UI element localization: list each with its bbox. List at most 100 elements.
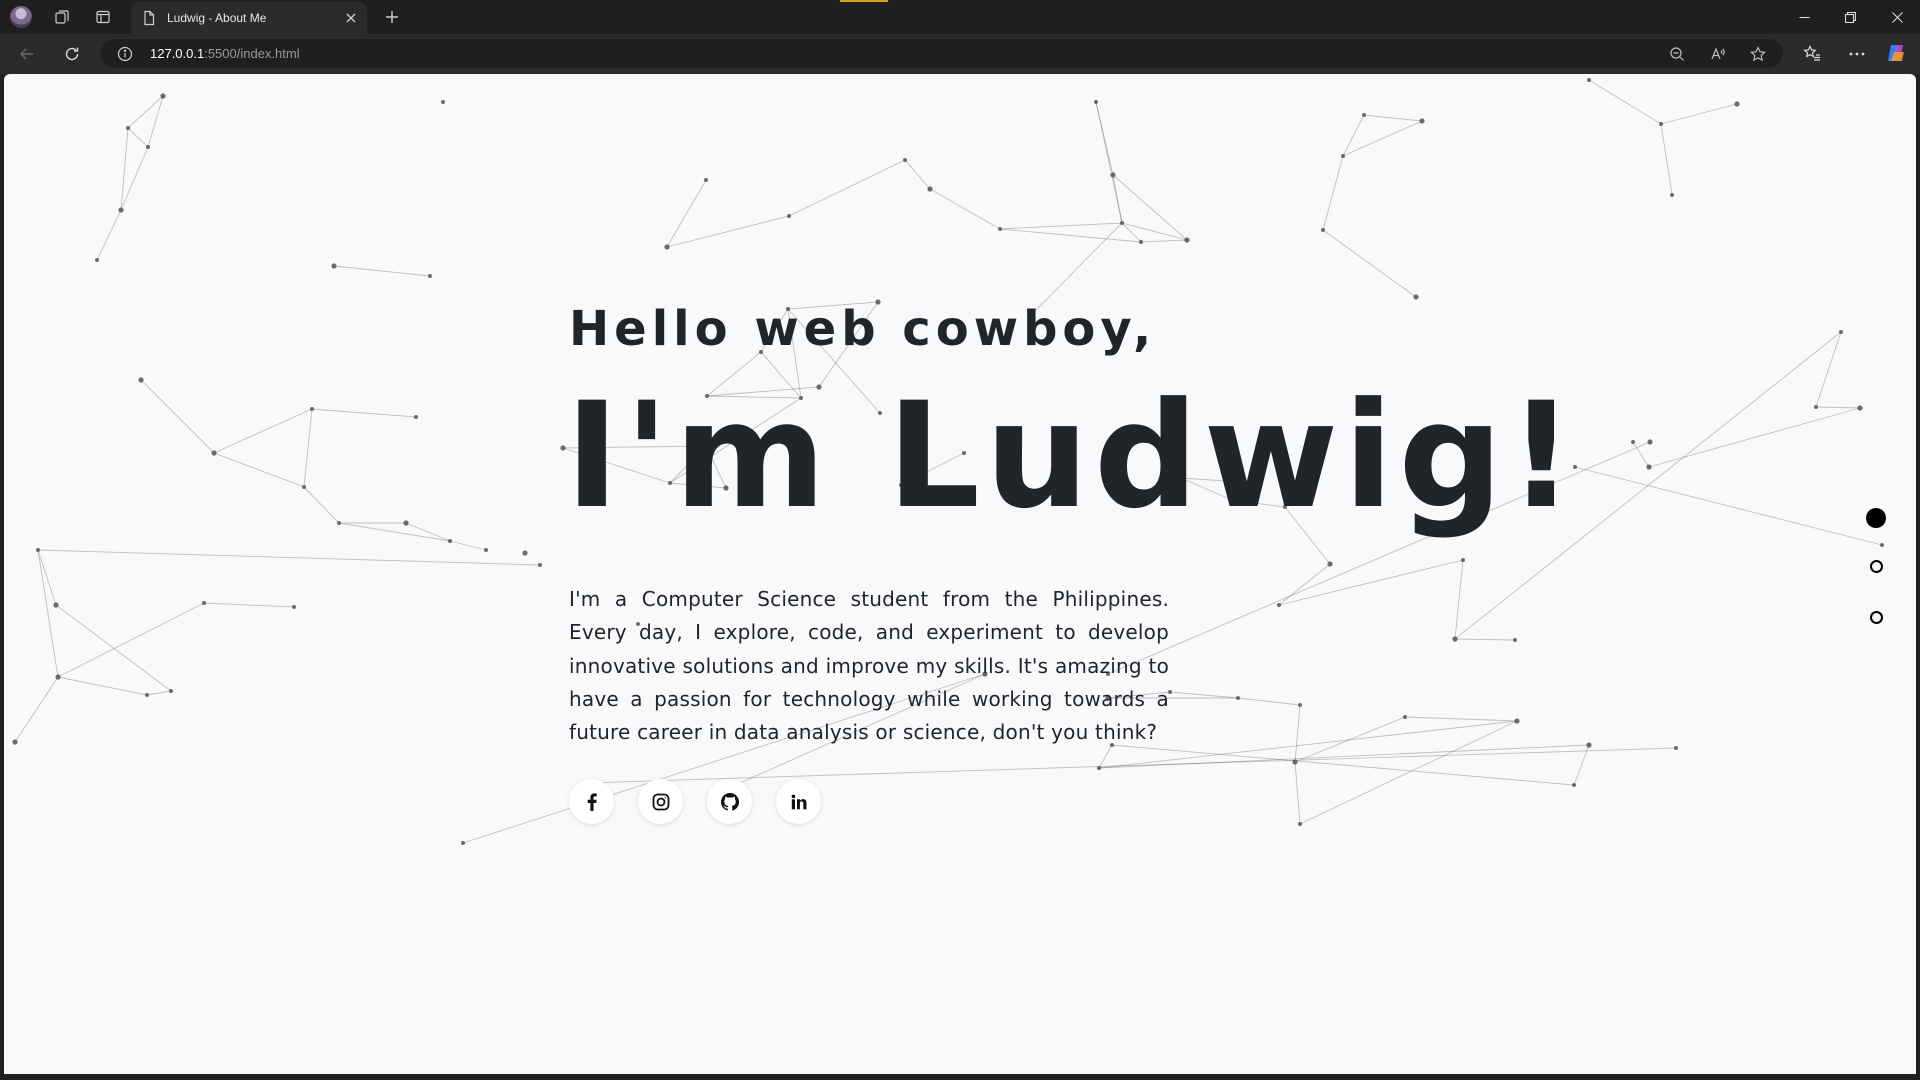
linkedin-icon (791, 794, 806, 810)
facebook-icon (587, 793, 597, 811)
network-link (127, 127, 149, 148)
address-bar[interactable]: 127.0.0.1:5500/index.html (101, 39, 1783, 68)
instagram-button[interactable] (638, 779, 683, 825)
network-particle (1184, 237, 1190, 243)
network-link (405, 522, 451, 542)
more-options-icon[interactable] (1845, 42, 1869, 66)
facebook-button[interactable] (569, 779, 614, 825)
network-link (1815, 331, 1842, 408)
network-link (1660, 103, 1738, 125)
network-link (1322, 155, 1344, 231)
network-link (37, 549, 57, 606)
network-link (1363, 114, 1423, 122)
network-particle (1839, 330, 1843, 334)
network-link (1588, 79, 1662, 125)
network-particle (927, 186, 933, 192)
network-particle (53, 602, 59, 608)
zoom-out-icon[interactable] (1667, 44, 1687, 64)
browser-tab[interactable]: Ludwig - About Me (131, 2, 367, 34)
network-link (1815, 406, 1861, 409)
page-icon (141, 10, 157, 26)
new-tab-button[interactable] (380, 6, 404, 28)
linkedin-button[interactable] (776, 779, 821, 825)
network-link (120, 146, 149, 211)
section-dot-1[interactable] (1866, 508, 1886, 528)
network-link (1342, 120, 1423, 157)
network-particle (522, 550, 528, 556)
profile-avatar[interactable] (10, 6, 32, 28)
network-link (120, 127, 129, 211)
restore-button[interactable] (1827, 0, 1873, 34)
network-particle (118, 207, 124, 213)
favorites-list-icon[interactable] (1800, 42, 1824, 66)
network-particle (461, 841, 465, 845)
read-aloud-icon[interactable] (1708, 44, 1728, 64)
network-particle (1857, 405, 1863, 411)
network-link (1140, 239, 1188, 243)
browser-toolbar: 127.0.0.1:5500/index.html (0, 34, 1920, 74)
section-dot-3[interactable] (1869, 611, 1883, 624)
network-link (311, 408, 417, 418)
copilot-icon[interactable] (1885, 42, 1909, 66)
network-particle (292, 605, 296, 609)
network-particle (1094, 100, 1098, 104)
network-particle (1120, 221, 1124, 225)
workspaces-icon[interactable] (51, 6, 73, 28)
network-link (96, 209, 122, 261)
network-link (338, 522, 451, 542)
close-window-button[interactable] (1874, 0, 1920, 34)
network-particle (998, 227, 1002, 231)
github-icon (720, 792, 739, 811)
url-text[interactable]: 127.0.0.1:5500/index.html (150, 46, 300, 61)
network-particle (202, 601, 206, 605)
tab-title: Ludwig - About Me (167, 11, 267, 25)
browser-titlebar: Ludwig - About Me (0, 0, 1920, 34)
network-link (303, 408, 313, 488)
refresh-icon[interactable] (60, 42, 84, 66)
page-viewport: Hello web cowboy, I'm Ludwig! I'm a Comp… (4, 74, 1916, 1074)
network-link (929, 188, 1001, 230)
network-link (213, 408, 313, 454)
section-dot-2[interactable] (1869, 560, 1883, 573)
favorite-star-icon[interactable] (1748, 44, 1768, 64)
network-particle (160, 93, 166, 99)
minimize-button[interactable] (1781, 0, 1827, 34)
vertical-tabs-icon[interactable] (92, 6, 114, 28)
network-particle (1659, 122, 1663, 126)
network-particle (1587, 78, 1591, 82)
network-link (14, 676, 59, 743)
network-link (57, 676, 148, 696)
back-arrow-icon[interactable] (15, 42, 39, 66)
network-particle (36, 548, 40, 552)
network-particle (146, 145, 150, 149)
network-particle (1572, 783, 1576, 787)
network-particle (1514, 718, 1520, 724)
network-particle (55, 674, 61, 680)
network-link (57, 602, 205, 678)
network-particle (1341, 154, 1345, 158)
network-particle (704, 178, 708, 182)
network-particle (1670, 193, 1674, 197)
network-particle (1110, 172, 1116, 178)
network-particle (1734, 101, 1740, 107)
close-tab-icon[interactable] (339, 6, 363, 30)
network-link (1322, 229, 1417, 298)
network-link (1342, 114, 1365, 157)
network-link (999, 222, 1123, 230)
github-button[interactable] (707, 779, 752, 825)
network-particle (1586, 742, 1592, 748)
network-particle (1139, 240, 1143, 244)
network-link (1574, 466, 1883, 546)
network-particle (538, 563, 542, 567)
network-link (999, 228, 1142, 243)
network-particle (414, 415, 418, 419)
network-particle (1674, 746, 1678, 750)
network-particle (403, 520, 409, 526)
hero-section: Hello web cowboy, I'm Ludwig! I'm a Comp… (565, 299, 1574, 825)
network-link (303, 486, 340, 524)
greeting-heading: Hello web cowboy, (569, 301, 1157, 357)
network-link (666, 215, 790, 248)
social-links (569, 779, 1469, 825)
site-info-icon[interactable] (117, 46, 133, 62)
network-link (213, 452, 305, 488)
